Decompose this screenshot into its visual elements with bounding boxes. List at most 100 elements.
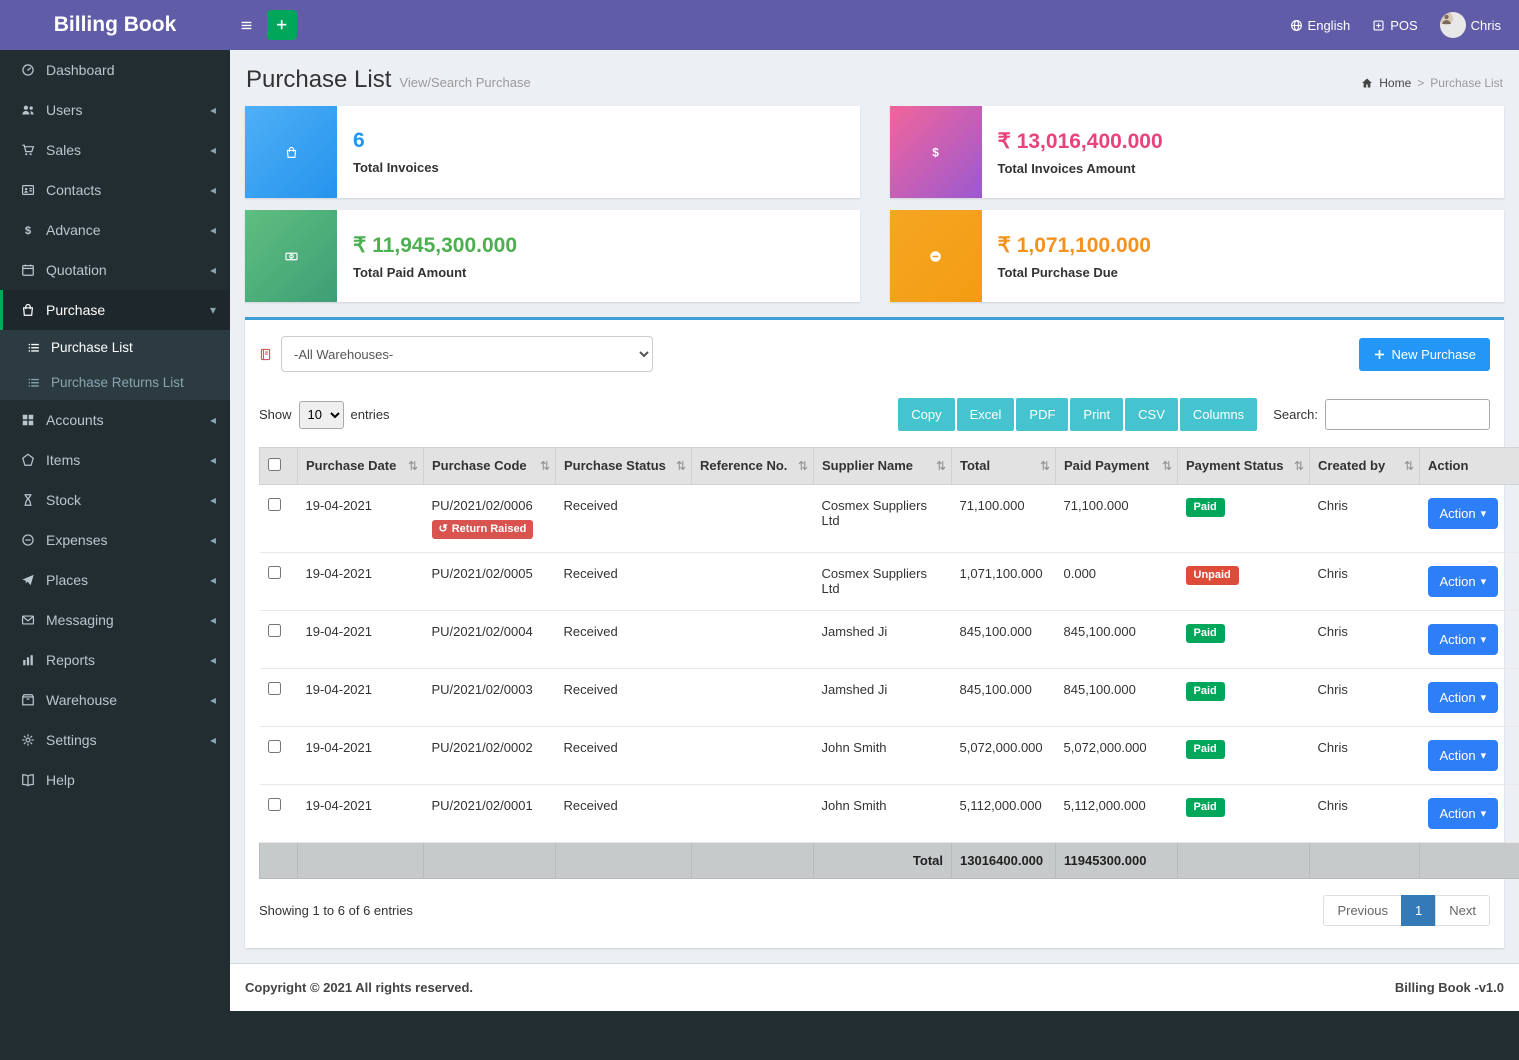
pagination: Previous 1 Next [1324, 895, 1490, 926]
column-header-supplier-name[interactable]: Supplier Name⇅ [814, 448, 952, 485]
dollar-icon: $ [20, 223, 36, 237]
excel-button[interactable]: Excel [957, 398, 1015, 431]
row-checkbox[interactable] [268, 682, 281, 695]
pdf-button[interactable]: PDF [1016, 398, 1068, 431]
column-header-total[interactable]: Total⇅ [952, 448, 1056, 485]
sidebar-item-label: Users [46, 102, 200, 118]
column-header-reference-no[interactable]: Reference No.⇅ [692, 448, 814, 485]
cell-supplier-name: John Smith [814, 785, 952, 843]
previous-page-button[interactable]: Previous [1323, 895, 1402, 926]
sidebar-item-places[interactable]: Places◂ [0, 560, 230, 600]
app-logo[interactable]: Billing Book [0, 0, 230, 50]
action-button[interactable]: Action▾ [1428, 798, 1499, 829]
sidebar-item-users[interactable]: Users◂ [0, 90, 230, 130]
sidebar-item-contacts[interactable]: Contacts◂ [0, 170, 230, 210]
select-all-checkbox[interactable] [268, 458, 281, 471]
sort-icon: ⇅ [1040, 459, 1050, 473]
stat-label: Total Invoices Amount [998, 161, 1163, 176]
action-button[interactable]: Action▾ [1428, 566, 1499, 597]
dollar-big-icon: $ [890, 106, 982, 198]
action-button[interactable]: Action▾ [1428, 498, 1499, 529]
row-checkbox[interactable] [268, 498, 281, 511]
pos-button[interactable]: POS [1372, 18, 1417, 33]
print-button[interactable]: Print [1070, 398, 1123, 431]
caret-down-icon: ▾ [1481, 691, 1487, 704]
sidebar-item-purchase-list[interactable]: Purchase List [0, 330, 230, 365]
bag-icon [20, 303, 36, 317]
row-checkbox[interactable] [268, 624, 281, 637]
column-header-paid-payment[interactable]: Paid Payment⇅ [1056, 448, 1178, 485]
sidebar-item-sales[interactable]: Sales◂ [0, 130, 230, 170]
dashboard-icon [20, 63, 36, 77]
quick-add-button[interactable] [267, 10, 297, 40]
warehouse-select[interactable]: -All Warehouses- [281, 336, 653, 372]
row-checkbox[interactable] [268, 798, 281, 811]
sidebar-item-reports[interactable]: Reports◂ [0, 640, 230, 680]
sidebar-item-expenses[interactable]: Expenses◂ [0, 520, 230, 560]
row-checkbox[interactable] [268, 566, 281, 579]
sidebar-item-items[interactable]: Items◂ [0, 440, 230, 480]
cell-created-by: Chris [1310, 669, 1420, 727]
column-header-purchase-status[interactable]: Purchase Status⇅ [556, 448, 692, 485]
cell-purchase-status: Received [556, 553, 692, 611]
sidebar-item-purchase[interactable]: Purchase▾ [0, 290, 230, 330]
next-page-button[interactable]: Next [1435, 895, 1490, 926]
sidebar-item-advance[interactable]: $Advance◂ [0, 210, 230, 250]
action-button[interactable]: Action▾ [1428, 740, 1499, 771]
sidebar-toggle-button[interactable] [240, 19, 253, 32]
stat-cards: 6Total Invoices$₹ 13,016,400.000Total In… [245, 106, 1504, 302]
cell-paid-payment: 71,100.000 [1056, 485, 1178, 553]
sidebar-item-label: Expenses [46, 532, 200, 548]
datatable-footer: Showing 1 to 6 of 6 entries Previous 1 N… [245, 879, 1504, 948]
search-label: Search: [1273, 407, 1318, 422]
cell-created-by: Chris [1310, 553, 1420, 611]
new-purchase-button[interactable]: New Purchase [1359, 338, 1490, 371]
cell-created-by: Chris [1310, 727, 1420, 785]
row-checkbox[interactable] [268, 740, 281, 753]
export-buttons: CopyExcelPDFPrintCSVColumns [896, 398, 1257, 431]
csv-button[interactable]: CSV [1125, 398, 1178, 431]
chevron-left-icon: ◂ [210, 733, 216, 747]
chevron-left-icon: ◂ [210, 413, 216, 427]
breadcrumb-home[interactable]: Home [1379, 76, 1411, 90]
plus-icon [1373, 348, 1386, 361]
sidebar-item-messaging[interactable]: Messaging◂ [0, 600, 230, 640]
user-menu[interactable]: Chris [1440, 12, 1501, 38]
sidebar-item-dashboard[interactable]: Dashboard [0, 50, 230, 90]
chevron-left-icon: ◂ [210, 143, 216, 157]
action-button[interactable]: Action▾ [1428, 682, 1499, 713]
column-header-purchase-code[interactable]: Purchase Code⇅ [424, 448, 556, 485]
main-content: Purchase List View/Search Purchase Home … [230, 50, 1519, 1011]
sidebar-item-help[interactable]: Help [0, 760, 230, 800]
sidebar-menu: DashboardUsers◂Sales◂Contacts◂$Advance◂Q… [0, 50, 230, 800]
column-header-payment-status[interactable]: Payment Status⇅ [1178, 448, 1310, 485]
column-header-purchase-date[interactable]: Purchase Date⇅ [298, 448, 424, 485]
table-row: 19-04-2021PU/2021/02/0002ReceivedJohn Sm… [260, 727, 1519, 785]
sidebar-item-label: Accounts [46, 412, 200, 428]
sidebar-item-purchase-returns-list[interactable]: Purchase Returns List [0, 365, 230, 400]
sidebar-item-settings[interactable]: Settings◂ [0, 720, 230, 760]
column-header-created-by[interactable]: Created by⇅ [1310, 448, 1420, 485]
payment-status-badge: Unpaid [1186, 566, 1239, 585]
sidebar-submenu: Purchase ListPurchase Returns List [0, 330, 230, 400]
cell-paid-payment: 845,100.000 [1056, 611, 1178, 669]
stat-card-total-purchase-due: ₹ 1,071,100.000Total Purchase Due [890, 210, 1505, 302]
chevron-left-icon: ◂ [210, 453, 216, 467]
box-icon [20, 693, 36, 707]
sidebar-item-stock[interactable]: Stock◂ [0, 480, 230, 520]
page-title: Purchase List [246, 66, 391, 94]
columns-button[interactable]: Columns [1180, 398, 1257, 431]
sidebar: DashboardUsers◂Sales◂Contacts◂$Advance◂Q… [0, 50, 230, 1010]
search-input[interactable] [1325, 399, 1490, 430]
action-button[interactable]: Action▾ [1428, 624, 1499, 655]
cell-purchase-date: 19-04-2021 [298, 669, 424, 727]
sidebar-item-quotation[interactable]: Quotation◂ [0, 250, 230, 290]
page-length-select[interactable]: 10 [299, 401, 344, 429]
sidebar-item-accounts[interactable]: Accounts ◂ [0, 400, 230, 440]
sidebar-item-warehouse[interactable]: Warehouse◂ [0, 680, 230, 720]
cell-purchase-date: 19-04-2021 [298, 485, 424, 553]
stat-value: 6 [353, 129, 439, 153]
language-menu[interactable]: English [1290, 18, 1351, 33]
copy-button[interactable]: Copy [898, 398, 954, 431]
page-number-button[interactable]: 1 [1401, 895, 1436, 926]
